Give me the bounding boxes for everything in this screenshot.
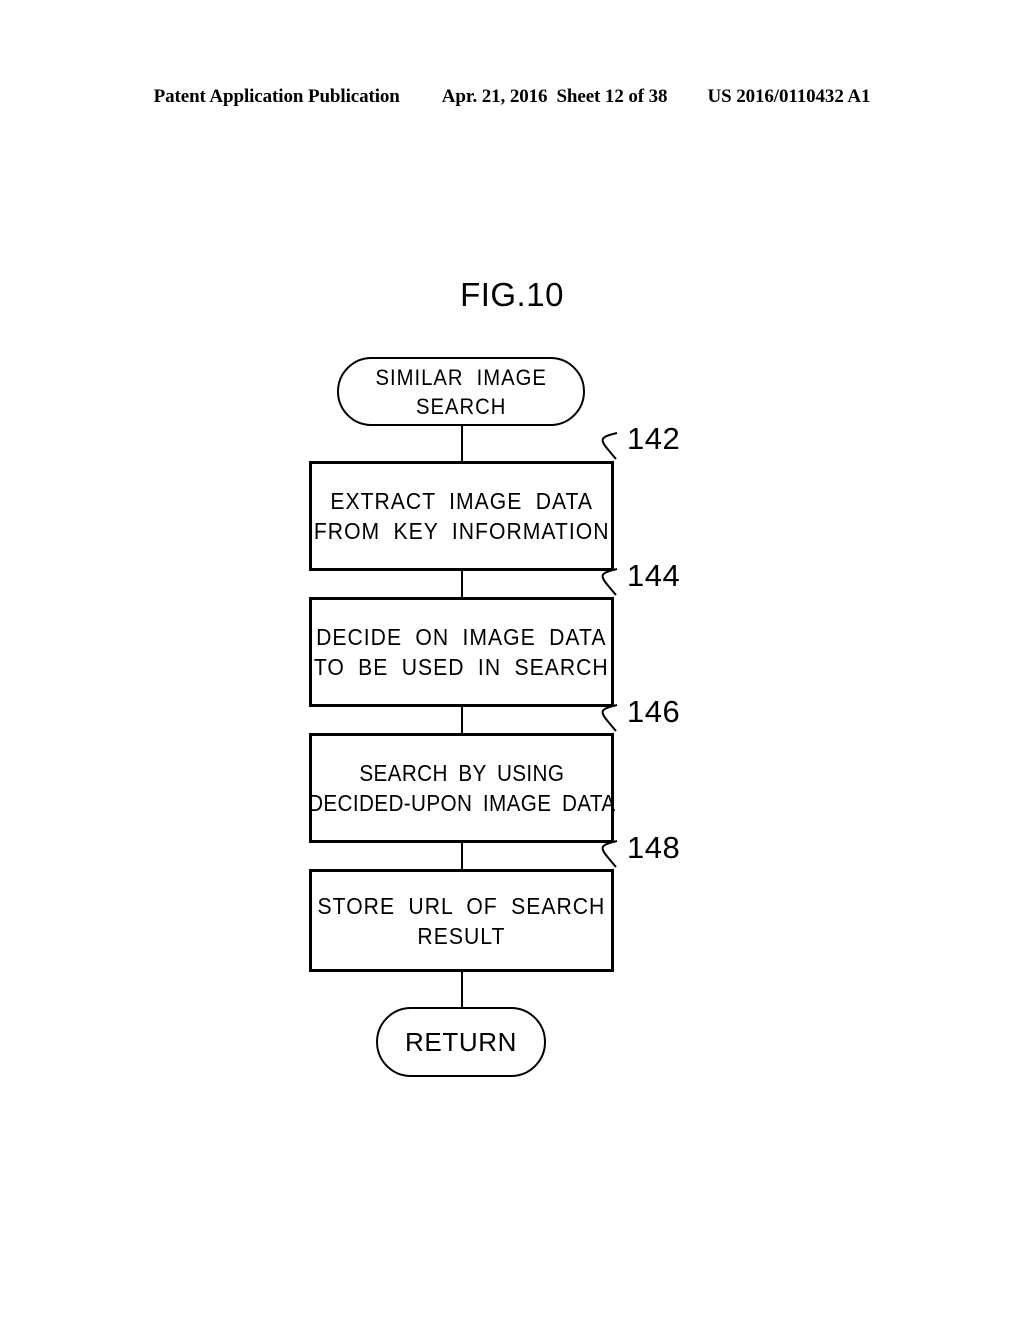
flow-node-start-label: SIMILAR IMAGE SEARCH xyxy=(375,364,547,419)
flow-node-144-label: DECIDE ON IMAGE DATA TO BE USED IN SEARC… xyxy=(314,624,609,680)
connector-148-to-return xyxy=(461,971,463,1008)
flow-node-return-label: RETURN xyxy=(405,1026,517,1057)
flow-node-148-label: STORE URL OF SEARCH RESULT xyxy=(317,892,606,949)
connector-144-to-146 xyxy=(461,706,463,734)
flow-node-144: DECIDE ON IMAGE DATA TO BE USED IN SEARC… xyxy=(309,597,614,707)
connector-142-to-144 xyxy=(461,570,463,598)
flow-node-start: SIMILAR IMAGE SEARCH xyxy=(337,357,585,426)
flow-node-148: STORE URL OF SEARCH RESULT xyxy=(309,869,614,972)
reference-numeral-142: 142 xyxy=(627,421,681,456)
reference-numeral-144: 144 xyxy=(627,558,681,593)
flow-node-142-label: EXTRACT IMAGE DATA FROM KEY INFORMATION xyxy=(313,488,610,544)
reference-numeral-146: 146 xyxy=(627,694,681,729)
flow-node-142: EXTRACT IMAGE DATA FROM KEY INFORMATION xyxy=(309,461,614,571)
flow-node-146-label: SEARCH BY USING DECIDED-UPON IMAGE DATA xyxy=(307,760,616,816)
connector-146-to-148 xyxy=(461,842,463,870)
connector-start-to-142 xyxy=(461,425,463,462)
flow-node-146: SEARCH BY USING DECIDED-UPON IMAGE DATA xyxy=(307,733,616,843)
flowchart: SIMILAR IMAGE SEARCH EXTRACT IMAGE DATA … xyxy=(0,0,1024,1320)
flow-node-return: RETURN xyxy=(376,1007,546,1077)
reference-numeral-148: 148 xyxy=(627,830,681,865)
